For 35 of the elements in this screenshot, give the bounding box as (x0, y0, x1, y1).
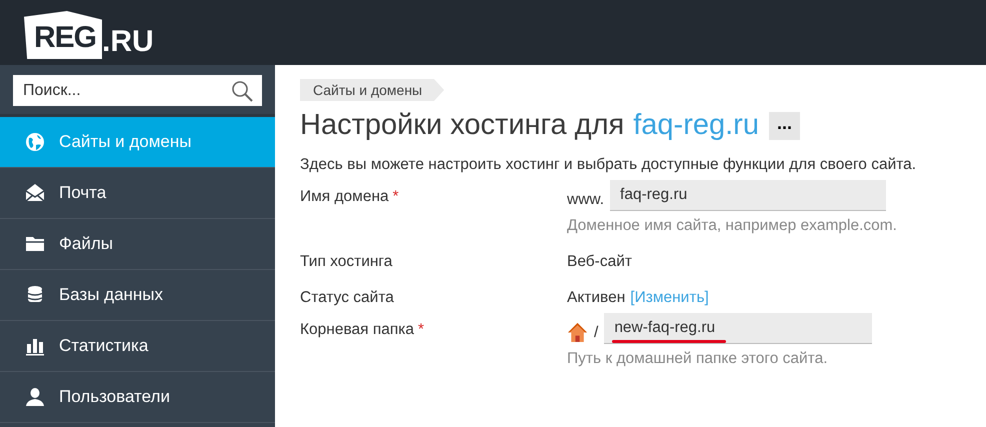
search-field[interactable]: Поиск... (13, 75, 262, 106)
logo-text: .RU (102, 25, 154, 59)
path-separator: / (594, 324, 598, 342)
field-label: Статус сайта (300, 289, 394, 306)
field-label: Корневая папка (300, 321, 414, 338)
prefix-label: www. (567, 190, 604, 208)
nav-item[interactable]: Статистика (0, 321, 275, 372)
user-icon (25, 387, 45, 407)
nav-item[interactable]: Пользователи (0, 372, 275, 423)
field-hint: Доменное имя сайта, например example.com. (567, 217, 898, 235)
globe-icon (25, 132, 45, 152)
field-label: Имя домена (300, 188, 389, 205)
nav-item[interactable]: Почта (0, 168, 275, 219)
nav-item[interactable]: Базы данных (0, 270, 275, 321)
folder-field[interactable]: new-faq-reg.ru (604, 313, 872, 344)
nav-item[interactable]: Файлы (0, 219, 275, 270)
page-title: Настройки хостинга для (300, 109, 624, 142)
description: Здесь вы можете настроить хостинг и выбрать доступные функции для своего сайта. (300, 156, 918, 174)
breadcrumb[interactable]: Сайты и домены (300, 79, 444, 101)
more-button[interactable]: ... (768, 112, 800, 140)
database-icon (25, 285, 45, 305)
folder-icon (25, 234, 45, 254)
house-icon (567, 322, 588, 343)
status-value: Активен (567, 289, 626, 306)
required-mark: * (418, 321, 424, 338)
bar-chart-icon (25, 336, 45, 356)
logo-mark: REG (24, 11, 102, 59)
required-mark: * (392, 188, 399, 205)
domain-title: faq-reg.ru (633, 109, 759, 142)
domain-field[interactable]: faq-reg.ru (610, 180, 886, 211)
field-value: Веб-сайт (567, 253, 633, 271)
search-icon (231, 80, 253, 102)
field-hint: Путь к домашней папке этого сайта. (567, 350, 829, 368)
field-label: Тип хостинга (300, 253, 392, 270)
envelope-icon (25, 183, 45, 203)
